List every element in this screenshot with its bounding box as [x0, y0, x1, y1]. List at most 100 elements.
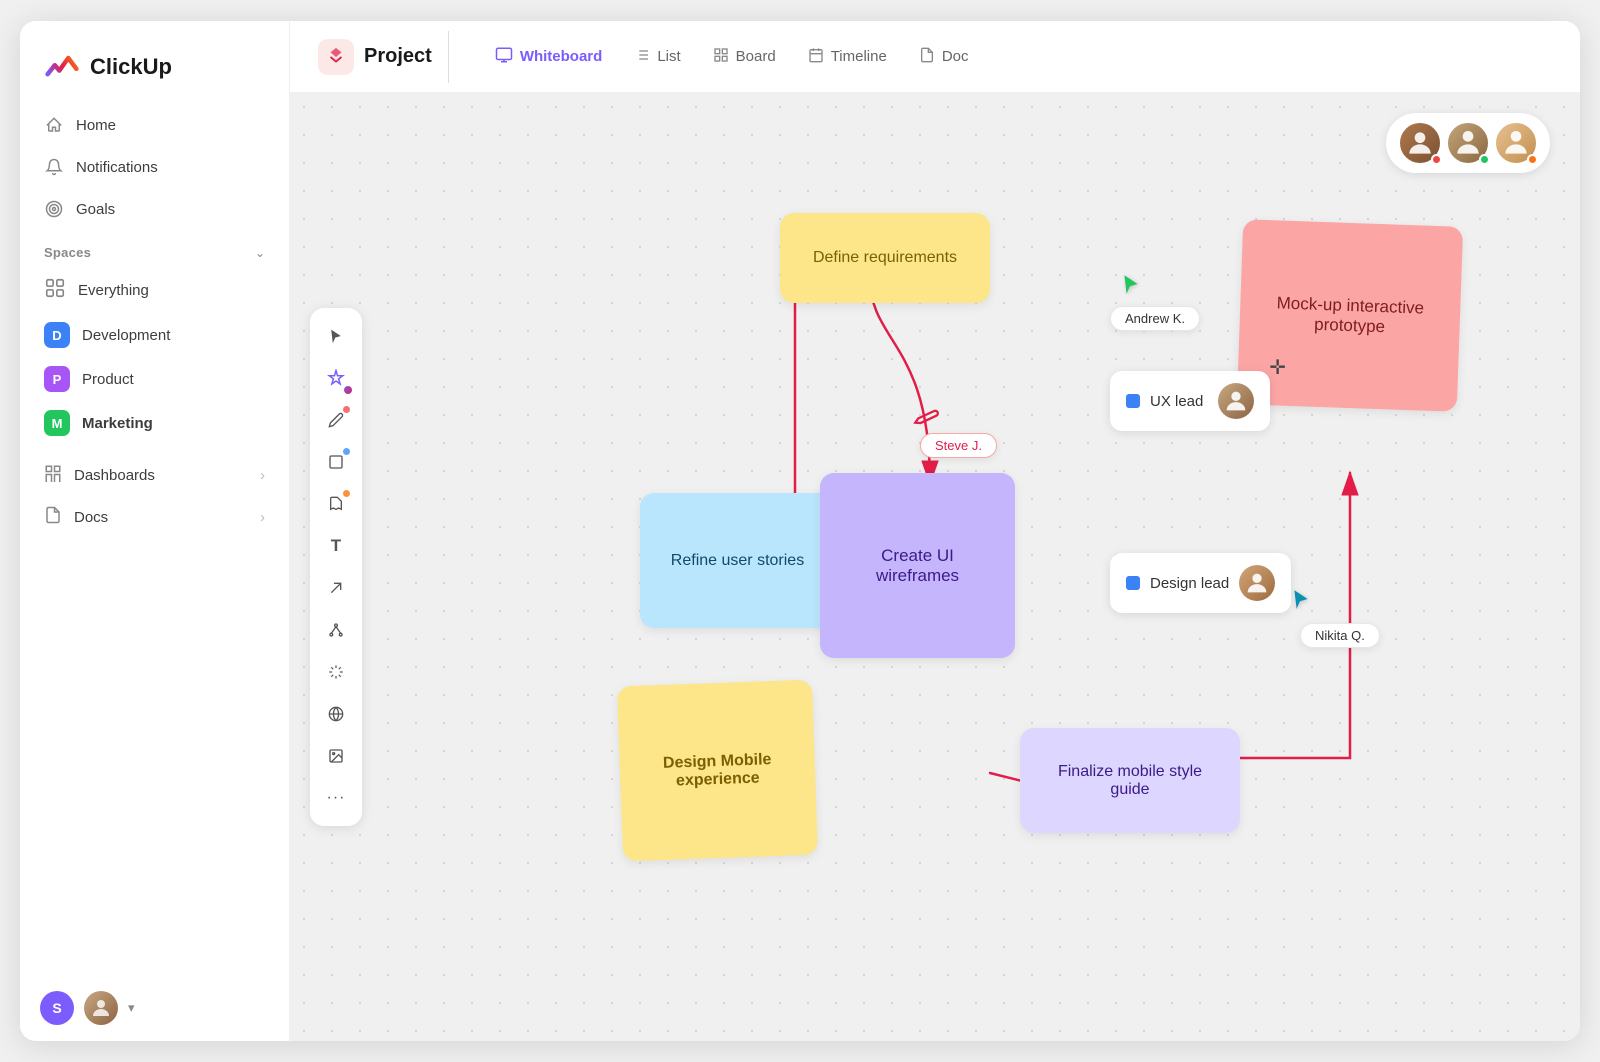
magic-tool-button[interactable]: [318, 360, 354, 396]
card-refine-user-stories[interactable]: Refine user stories: [640, 493, 835, 628]
sidebar: ClickUp Home Notifications: [20, 21, 290, 1041]
project-icon: [325, 46, 347, 68]
project-header: Project: [318, 31, 449, 83]
note-tool-button[interactable]: [318, 486, 354, 522]
card-finalize-mobile[interactable]: Finalize mobile style guide: [1020, 728, 1240, 833]
sidebar-item-dashboards[interactable]: Dashboards ›: [32, 455, 277, 495]
role-card-design-lead: Design lead: [1110, 553, 1291, 613]
sidebar-item-docs[interactable]: Docs ›: [32, 497, 277, 537]
arrow-tool-button[interactable]: [318, 570, 354, 606]
collab-status-3: [1527, 154, 1538, 165]
card-create-ui-text: Create UI wireframes: [840, 546, 995, 586]
tab-timeline[interactable]: Timeline: [794, 39, 901, 75]
whiteboard-toolbar: T ···: [310, 308, 362, 826]
list-tab-label: List: [657, 48, 680, 65]
ux-lead-avatar: [1218, 383, 1254, 419]
docs-icon: [44, 506, 62, 528]
ux-lead-dot: [1126, 394, 1140, 408]
design-lead-text: Design lead: [1150, 575, 1229, 592]
collab-status-1: [1431, 154, 1442, 165]
text-tool-button[interactable]: T: [318, 528, 354, 564]
sidebar-item-marketing[interactable]: M Marketing: [32, 401, 277, 445]
main-content: Project Whiteboard List: [290, 21, 1580, 1041]
spaces-title: Spaces: [44, 245, 91, 260]
home-icon: [44, 115, 64, 135]
home-label: Home: [76, 117, 116, 134]
app-container: ClickUp Home Notifications: [20, 21, 1580, 1041]
role-card-ux-lead: UX lead ✛: [1110, 371, 1270, 431]
card-define-requirements[interactable]: Define requirements: [780, 213, 990, 303]
sidebar-item-development[interactable]: D Development: [32, 313, 277, 357]
timeline-tab-label: Timeline: [831, 48, 887, 65]
name-tag-steve: Steve J.: [920, 433, 997, 458]
collab-avatar-1-wrap: [1398, 121, 1442, 165]
everything-icon: [44, 277, 66, 304]
card-mockup-text: Mock-up interactive prototype: [1259, 292, 1440, 338]
dashboards-arrow-icon: ›: [260, 467, 265, 484]
notifications-label: Notifications: [76, 159, 158, 176]
card-refine-text: Refine user stories: [671, 552, 804, 570]
marketing-badge: M: [44, 410, 70, 436]
timeline-tab-icon: [808, 47, 824, 67]
card-create-ui-wireframes[interactable]: Create UI wireframes: [820, 473, 1015, 658]
spaces-list: Everything D Development P Product M Mar…: [20, 268, 289, 445]
list-tab-icon: [634, 47, 650, 67]
product-label: Product: [82, 371, 134, 388]
tab-whiteboard[interactable]: Whiteboard: [481, 38, 617, 76]
sidebar-item-home[interactable]: Home: [32, 105, 277, 145]
product-badge: P: [44, 366, 70, 392]
dashboards-label: Dashboards: [74, 467, 155, 484]
tab-list[interactable]: List: [620, 39, 694, 75]
development-label: Development: [82, 327, 170, 344]
node-tool-button[interactable]: [318, 612, 354, 648]
sidebar-item-goals[interactable]: Goals: [32, 189, 277, 229]
sidebar-item-everything[interactable]: Everything: [32, 268, 277, 313]
marketing-label: Marketing: [82, 415, 153, 432]
name-tag-andrew: Andrew K.: [1110, 306, 1200, 331]
board-tab-label: Board: [736, 48, 776, 65]
chevron-down-icon[interactable]: ⌄: [255, 246, 265, 260]
whiteboard-canvas[interactable]: T ···: [290, 93, 1580, 1041]
pencil-tool-button[interactable]: [318, 402, 354, 438]
sparkle-tool-button[interactable]: [318, 654, 354, 690]
globe-tool-button[interactable]: [318, 696, 354, 732]
development-badge: D: [44, 322, 70, 348]
dashboards-icon: [44, 464, 62, 486]
user-dropdown-icon[interactable]: ▾: [128, 1000, 135, 1016]
more-tools-button[interactable]: ···: [318, 780, 354, 816]
image-tool-button[interactable]: [318, 738, 354, 774]
topbar: Project Whiteboard List: [290, 21, 1580, 93]
project-title: Project: [364, 45, 432, 68]
card-mockup-prototype[interactable]: Mock-up interactive prototype: [1237, 219, 1463, 412]
goals-icon: [44, 199, 64, 219]
name-tag-nikita: Nikita Q.: [1300, 623, 1380, 648]
ux-lead-text: UX lead: [1150, 393, 1203, 410]
sidebar-item-product[interactable]: P Product: [32, 357, 277, 401]
docs-label: Docs: [74, 509, 108, 526]
andrew-name: Andrew K.: [1125, 311, 1185, 326]
sidebar-nav: Home Notifications Goals: [20, 105, 289, 229]
tab-board[interactable]: Board: [699, 39, 790, 75]
user-avatar-s[interactable]: S: [40, 991, 74, 1025]
doc-tab-label: Doc: [942, 48, 969, 65]
collab-avatar-2-wrap: [1446, 121, 1490, 165]
design-lead-avatar: [1239, 565, 1275, 601]
app-name: ClickUp: [90, 54, 172, 80]
everything-label: Everything: [78, 282, 149, 299]
sidebar-bottom: S ▾: [20, 975, 289, 1041]
goals-label: Goals: [76, 201, 115, 218]
whiteboard-tab-icon: [495, 46, 513, 68]
collab-avatar-3-wrap: [1494, 121, 1538, 165]
tab-doc[interactable]: Doc: [905, 39, 983, 75]
card-finalize-text: Finalize mobile style guide: [1040, 763, 1220, 799]
topbar-tabs: Whiteboard List Board: [465, 38, 983, 76]
card-design-mobile-text: Design Mobile experience: [639, 750, 795, 791]
user-avatar-photo[interactable]: [84, 991, 118, 1025]
select-tool-button[interactable]: [318, 318, 354, 354]
sidebar-extra: Dashboards › Docs ›: [20, 455, 289, 537]
sidebar-item-notifications[interactable]: Notifications: [32, 147, 277, 187]
rect-tool-button[interactable]: [318, 444, 354, 480]
card-design-mobile[interactable]: Design Mobile experience: [617, 680, 818, 862]
docs-arrow-icon: ›: [260, 509, 265, 526]
nikita-name: Nikita Q.: [1315, 628, 1365, 643]
